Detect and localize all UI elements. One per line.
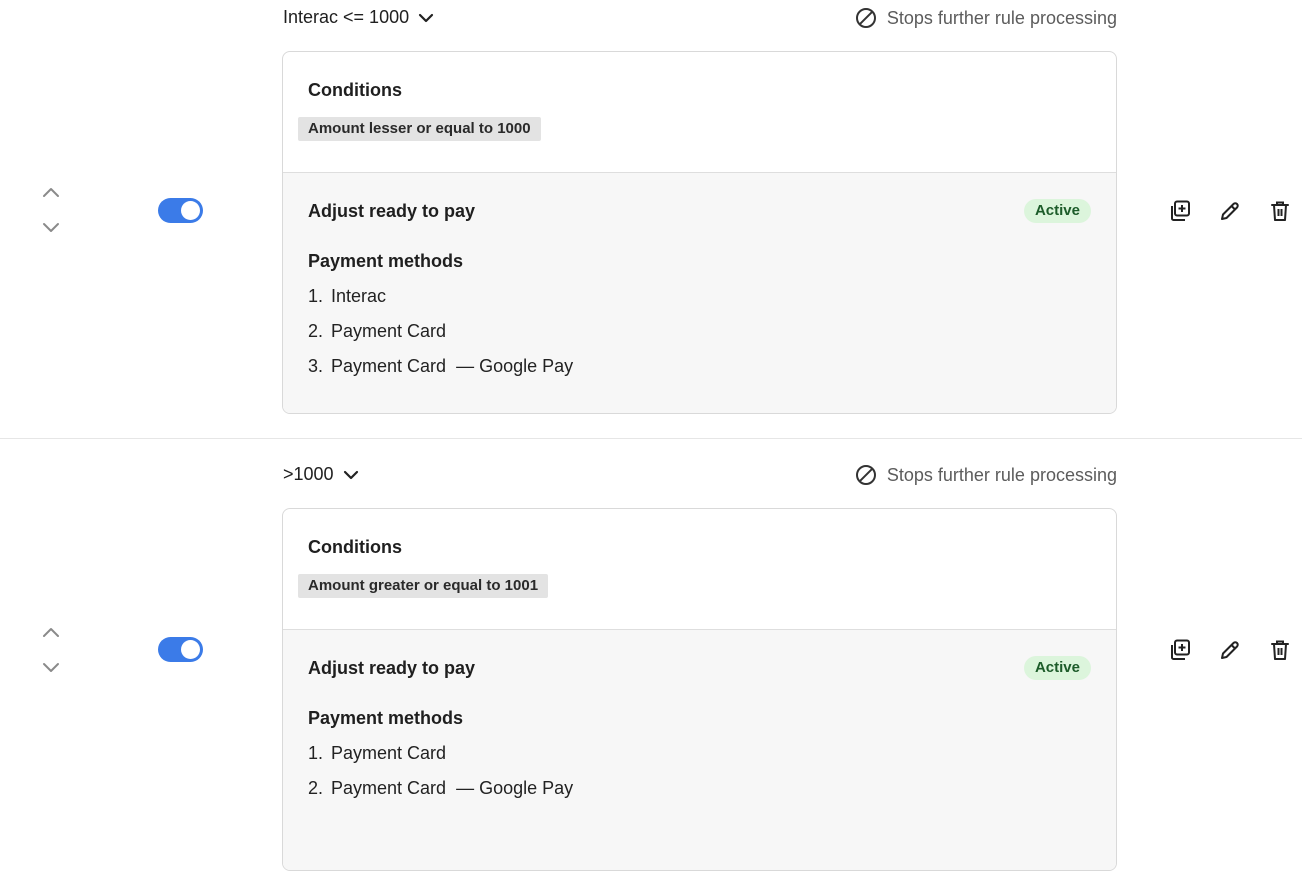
payment-methods-list: 1. Interac 2. Payment Card 3. Payment Card —… bbox=[308, 286, 573, 391]
pencil-icon[interactable] bbox=[1218, 638, 1240, 660]
chevron-down-icon[interactable] bbox=[40, 656, 62, 678]
rule-actions bbox=[1168, 199, 1290, 221]
action-section: Adjust ready to pay Active Payment metho… bbox=[283, 173, 1116, 413]
rule-title: >1000 bbox=[283, 464, 334, 484]
list-item-number: 1. bbox=[308, 743, 324, 763]
list-item-name: Interac bbox=[331, 286, 387, 306]
rule-enabled-toggle[interactable] bbox=[158, 637, 203, 662]
chevron-down-icon bbox=[417, 9, 435, 27]
list-item-subtype: — Google Pay bbox=[456, 778, 574, 798]
list-item: 2. Payment Card — Google Pay bbox=[308, 778, 573, 813]
stops-processing-indicator: Stops further rule processing bbox=[855, 464, 1117, 486]
list-item-subtype: — Google Pay bbox=[456, 356, 574, 376]
chevron-down-icon[interactable] bbox=[40, 216, 62, 238]
reorder-controls bbox=[40, 622, 62, 678]
conditions-section: Conditions Amount greater or equal to 10… bbox=[283, 509, 1116, 630]
list-item: 1. Interac bbox=[308, 286, 573, 321]
status-badge: Active bbox=[1023, 199, 1091, 223]
stops-processing-label: Stops further rule processing bbox=[886, 7, 1117, 28]
prohibited-icon bbox=[855, 464, 877, 486]
duplicate-icon[interactable] bbox=[1168, 199, 1190, 221]
rule-title-dropdown[interactable]: Interac <= 1000 bbox=[283, 7, 435, 28]
conditions-label: Conditions bbox=[308, 80, 402, 100]
stops-processing-indicator: Stops further rule processing bbox=[855, 7, 1117, 29]
list-item-name: Payment Card bbox=[331, 778, 447, 798]
conditions-label: Conditions bbox=[308, 537, 402, 557]
list-item-name: Payment Card bbox=[331, 321, 447, 341]
toggle-knob bbox=[181, 201, 200, 220]
chevron-up-icon[interactable] bbox=[40, 622, 62, 644]
prohibited-icon bbox=[855, 7, 877, 29]
action-title: Adjust ready to pay bbox=[308, 658, 476, 678]
rule-title: Interac <= 1000 bbox=[283, 7, 410, 27]
payment-methods-list: 1. Payment Card 2. Payment Card — Google Pa… bbox=[308, 743, 573, 813]
reorder-controls bbox=[40, 182, 62, 238]
chevron-down-icon bbox=[342, 466, 360, 484]
list-item-number: 2. bbox=[308, 321, 324, 341]
action-title: Adjust ready to pay bbox=[308, 201, 476, 221]
rule-header: >1000 Stops further rule processing bbox=[283, 464, 1117, 492]
list-item-name: Payment Card bbox=[331, 743, 447, 763]
pencil-icon[interactable] bbox=[1218, 199, 1240, 221]
trash-icon[interactable] bbox=[1268, 638, 1290, 660]
rule-card: Conditions Amount lesser or equal to 100… bbox=[282, 51, 1117, 414]
payment-methods-label: Payment methods bbox=[308, 708, 464, 728]
list-item-name: Payment Card bbox=[331, 356, 447, 376]
trash-icon[interactable] bbox=[1268, 199, 1290, 221]
chevron-up-icon[interactable] bbox=[40, 182, 62, 204]
condition-chip: Amount lesser or equal to 1000 bbox=[298, 117, 541, 141]
rule-enabled-toggle[interactable] bbox=[158, 198, 203, 223]
duplicate-icon[interactable] bbox=[1168, 638, 1190, 660]
stops-processing-label: Stops further rule processing bbox=[886, 464, 1117, 485]
rule-header: Interac <= 1000 Stops further rule proce… bbox=[283, 7, 1117, 35]
toggle-knob bbox=[181, 640, 200, 659]
rule-title-dropdown[interactable]: >1000 bbox=[283, 464, 360, 485]
action-section: Adjust ready to pay Active Payment metho… bbox=[283, 630, 1116, 870]
list-item: 3. Payment Card — Google Pay bbox=[308, 356, 573, 391]
condition-chip: Amount greater or equal to 1001 bbox=[298, 574, 549, 598]
status-badge: Active bbox=[1023, 656, 1091, 680]
list-item: 1. Payment Card bbox=[308, 743, 573, 778]
list-item-number: 2. bbox=[308, 778, 324, 798]
rule-divider bbox=[0, 438, 1302, 439]
list-item: 2. Payment Card bbox=[308, 321, 573, 356]
rule-actions bbox=[1168, 638, 1290, 660]
conditions-section: Conditions Amount lesser or equal to 100… bbox=[283, 52, 1116, 173]
list-item-number: 3. bbox=[308, 356, 324, 376]
rule-card: Conditions Amount greater or equal to 10… bbox=[282, 508, 1117, 871]
list-item-number: 1. bbox=[308, 286, 324, 306]
payment-methods-label: Payment methods bbox=[308, 251, 464, 271]
